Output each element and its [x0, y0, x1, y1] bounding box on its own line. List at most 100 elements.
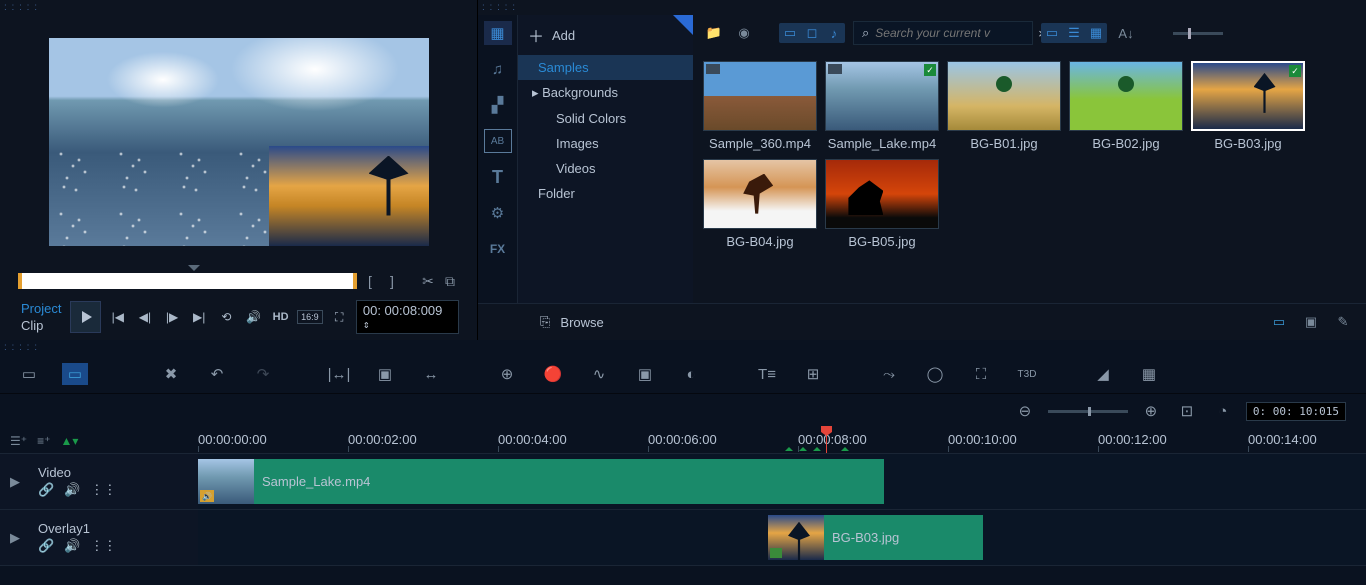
color-icon[interactable]: 🔴	[540, 363, 566, 385]
thumb-size-slider[interactable]	[1173, 32, 1223, 35]
tree-images[interactable]: Images	[518, 131, 693, 156]
slip-icon[interactable]: ↔	[418, 363, 444, 385]
motion-icon[interactable]: ⤳	[876, 363, 902, 385]
capture-icon[interactable]: ◉	[733, 23, 755, 43]
panel-edit-icon[interactable]: ✎	[1332, 312, 1354, 332]
thumb-bg-b05[interactable]: BG-B05.jpg	[825, 159, 939, 249]
audio-icon[interactable]: ♫	[484, 57, 512, 81]
zoom-out-icon[interactable]: ⊖	[1012, 400, 1038, 422]
title-ab-icon[interactable]: AB	[484, 129, 512, 153]
title-t-icon[interactable]: T	[484, 165, 512, 189]
thumb-bg-b01[interactable]: BG-B01.jpg	[947, 61, 1061, 151]
timeline-timecode[interactable]: 0: 00: 10:015	[1246, 402, 1346, 421]
zoom-in-icon[interactable]: ⊕	[1138, 400, 1164, 422]
subtitle-icon[interactable]: T≡	[754, 363, 780, 385]
sort-icon[interactable]: A↓	[1115, 23, 1137, 43]
fit-icon[interactable]: ⊡	[1174, 400, 1200, 422]
tree-solid-colors[interactable]: Solid Colors	[518, 106, 693, 131]
hd-button[interactable]: HD	[270, 306, 291, 328]
normalize-icon[interactable]: ∿	[586, 363, 612, 385]
aspect-ratio[interactable]: 16:9	[297, 310, 323, 324]
link-icon[interactable]: 🔗	[38, 482, 54, 498]
panel-grip[interactable]: : : : : :	[0, 0, 477, 15]
track-motion-icon[interactable]: ◯	[922, 363, 948, 385]
filter-photo-icon[interactable]: ◻	[801, 23, 823, 43]
track-options-icon[interactable]: ≡⁺	[37, 434, 50, 448]
overlay-icon[interactable]: ⚙	[484, 201, 512, 225]
track-fx-icon[interactable]: ⋮⋮	[90, 482, 116, 498]
mark-in-bracket[interactable]: [	[361, 272, 379, 290]
chapter-icon[interactable]: ▲▾	[60, 434, 78, 448]
home-button[interactable]: |◀	[107, 306, 128, 328]
playback-mode[interactable]: Project Clip	[18, 300, 64, 334]
end-button[interactable]: ▶|	[189, 306, 210, 328]
view-large-icon[interactable]: ▭	[1041, 23, 1063, 43]
import-icon[interactable]: 📁	[703, 23, 725, 43]
browse-button[interactable]: Browse	[560, 315, 603, 330]
fx-icon[interactable]: FX	[484, 237, 512, 261]
timeline-ruler[interactable]: ☰⁺ ≡⁺ ▲▾ 00:00:00:00 00:00:02:00 00:00:0…	[0, 428, 1366, 454]
chapter-marker[interactable]	[813, 443, 821, 451]
filter-video-icon[interactable]: ▭	[779, 23, 801, 43]
panel-grip[interactable]: : : : : :	[0, 340, 1366, 355]
view-grid-icon[interactable]: ▦	[1085, 23, 1107, 43]
chroma-icon[interactable]: ◢	[1090, 363, 1116, 385]
track-fx-icon[interactable]: ⋮⋮	[90, 538, 116, 554]
tree-samples[interactable]: Samples	[518, 55, 693, 80]
pan-zoom-icon[interactable]: ▦	[1136, 363, 1162, 385]
preview-timecode[interactable]: 00: 00:08:009 ⇕	[356, 300, 459, 334]
thumb-sample-360[interactable]: Sample_360.mp4	[703, 61, 817, 151]
chapter-marker[interactable]	[841, 443, 849, 451]
add-button[interactable]: ＋Add	[518, 15, 693, 55]
search-input[interactable]	[875, 26, 1032, 40]
thumb-bg-b02[interactable]: BG-B02.jpg	[1069, 61, 1183, 151]
thumb-bg-b04[interactable]: BG-B04.jpg	[703, 159, 817, 249]
tree-backgrounds[interactable]: ▸ Backgrounds	[518, 80, 693, 106]
play-button[interactable]	[70, 301, 101, 333]
scissors-icon[interactable]: ✂	[419, 272, 437, 290]
redo-icon[interactable]: ↷	[250, 363, 276, 385]
panel-toggle-2-icon[interactable]: ▣	[1300, 312, 1322, 332]
replace-icon[interactable]: ▣	[372, 363, 398, 385]
tree-videos[interactable]: Videos	[518, 156, 693, 181]
tools-icon[interactable]: ✖	[158, 363, 184, 385]
mark-out-bracket[interactable]: ]	[383, 272, 401, 290]
next-frame-button[interactable]: |▶	[162, 306, 183, 328]
preview-viewport[interactable]	[0, 15, 477, 268]
transitions-icon[interactable]: ▞	[484, 93, 512, 117]
volume-icon[interactable]: 🔊	[243, 306, 264, 328]
undo-icon[interactable]: ↶	[204, 363, 230, 385]
chapter-marker[interactable]	[799, 443, 807, 451]
panel-grip[interactable]: : : : : :	[478, 0, 1366, 15]
trim-bar[interactable]	[18, 273, 357, 289]
mute-icon[interactable]: 🔊	[64, 538, 80, 554]
timeline-view-icon[interactable]: ▭	[62, 363, 88, 385]
search-box[interactable]: ⌕ ×	[853, 21, 1033, 45]
prev-frame-button[interactable]: ◀|	[134, 306, 155, 328]
chapter-marker[interactable]	[785, 443, 793, 451]
thumb-sample-lake[interactable]: ✓ Sample_Lake.mp4	[825, 61, 939, 151]
tree-folder[interactable]: Folder	[518, 181, 693, 206]
panel-toggle-1-icon[interactable]: ▭	[1268, 312, 1290, 332]
media-icon[interactable]: ▦	[484, 21, 512, 45]
t3d-icon[interactable]: T3D	[1014, 363, 1040, 385]
crop-icon[interactable]: ⛶	[968, 363, 994, 385]
zoom-slider[interactable]	[1048, 410, 1128, 413]
playhead[interactable]	[826, 428, 827, 453]
browse-icon[interactable]: ⎘	[540, 314, 550, 330]
mute-icon[interactable]: 🔊	[64, 482, 80, 498]
marker-icon[interactable]: ▣	[632, 363, 658, 385]
clock-icon[interactable]: ◔	[1210, 400, 1236, 422]
resize-icon[interactable]: ⛶	[329, 306, 350, 328]
storyboard-view-icon[interactable]: ▭	[16, 363, 42, 385]
filter-audio-icon[interactable]: ♪	[823, 23, 845, 43]
thumb-bg-b03[interactable]: ✓ BG-B03.jpg	[1191, 61, 1305, 151]
group-icon[interactable]: ⊕	[494, 363, 520, 385]
track-menu-icon[interactable]: ☰⁺	[10, 434, 27, 448]
view-list-icon[interactable]: ☰	[1063, 23, 1085, 43]
snapshot-icon[interactable]: ⧉	[441, 272, 459, 290]
link-icon[interactable]: 🔗	[38, 538, 54, 554]
mask-icon[interactable]: ◐	[678, 363, 704, 385]
ripple-icon[interactable]: |↔|	[326, 363, 352, 385]
multicam-icon[interactable]: ⊞	[800, 363, 826, 385]
